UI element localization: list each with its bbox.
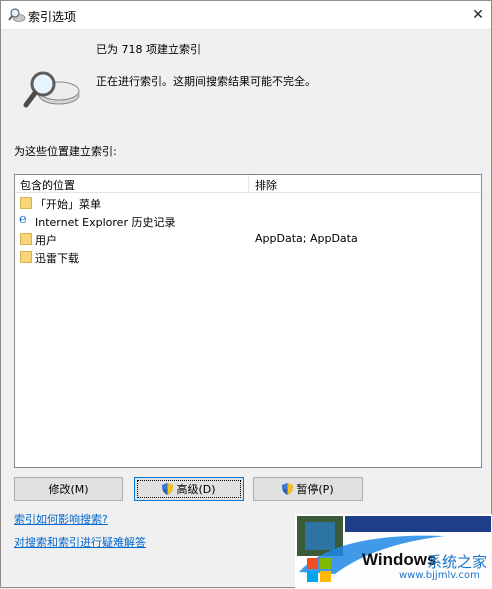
index-locations-list[interactable]: 包含的位置 排除 「开始」菜单 e Internet Explorer 历史记录… [14, 174, 482, 468]
list-item[interactable]: 用户 AppData; AppData [15, 230, 481, 248]
location-name: 迅雷下载 [35, 252, 79, 265]
indexing-options-icon [8, 8, 26, 22]
watermark-site-name: 系统之家 [427, 553, 488, 571]
folder-icon [20, 233, 32, 245]
location-name: 用户 [35, 234, 57, 247]
uac-shield-icon [162, 483, 174, 495]
pause-button[interactable]: 暂停(P) [253, 477, 363, 501]
column-header-excluded[interactable]: 排除 [255, 177, 277, 193]
folder-icon [20, 251, 32, 263]
indexed-count-text: 已为 718 项建立索引 [96, 43, 201, 56]
modify-button-label: 修改(M) [48, 483, 89, 496]
list-header: 包含的位置 排除 [15, 175, 481, 193]
modify-button[interactable]: 修改(M) [14, 477, 123, 501]
watermark-url: www.bjjmlv.com [399, 570, 480, 581]
pause-button-label: 暂停(P) [296, 483, 334, 496]
indexing-options-window: 索引选项 ✕ 已为 718 项建立索引 正在进行索引。这期间搜索结果可能不完全。… [0, 0, 492, 589]
list-item[interactable]: 「开始」菜单 [15, 194, 481, 212]
how-index-affects-search-link[interactable]: 索引如何影响搜索? [14, 511, 108, 527]
title-bar: 索引选项 ✕ [1, 1, 491, 30]
watermark-brand: Windows [362, 550, 437, 569]
list-item[interactable]: e Internet Explorer 历史记录 [15, 212, 481, 230]
column-divider[interactable] [248, 175, 249, 192]
advanced-button[interactable]: 高级(D) [134, 477, 244, 501]
indexing-status-text: 正在进行索引。这期间搜索结果可能不完全。 [96, 75, 316, 88]
index-locations-label: 为这些位置建立索引: [14, 145, 117, 158]
folder-icon [20, 197, 32, 209]
internet-explorer-icon: e [19, 212, 27, 227]
location-name: Internet Explorer 历史记录 [35, 216, 176, 229]
uac-shield-icon [282, 483, 294, 495]
troubleshoot-search-link[interactable]: 对搜索和索引进行疑难解答 [14, 534, 146, 550]
location-exclude: AppData; AppData [255, 232, 358, 245]
indexing-magnifier-icon [23, 71, 80, 108]
close-icon: ✕ [472, 7, 484, 23]
close-button[interactable]: ✕ [465, 1, 491, 29]
column-header-included[interactable]: 包含的位置 [20, 177, 75, 193]
list-item[interactable]: 迅雷下载 [15, 248, 481, 266]
window-title: 索引选项 [28, 10, 77, 24]
location-name: 「开始」菜单 [35, 198, 101, 211]
advanced-button-label: 高级(D) [176, 483, 216, 496]
